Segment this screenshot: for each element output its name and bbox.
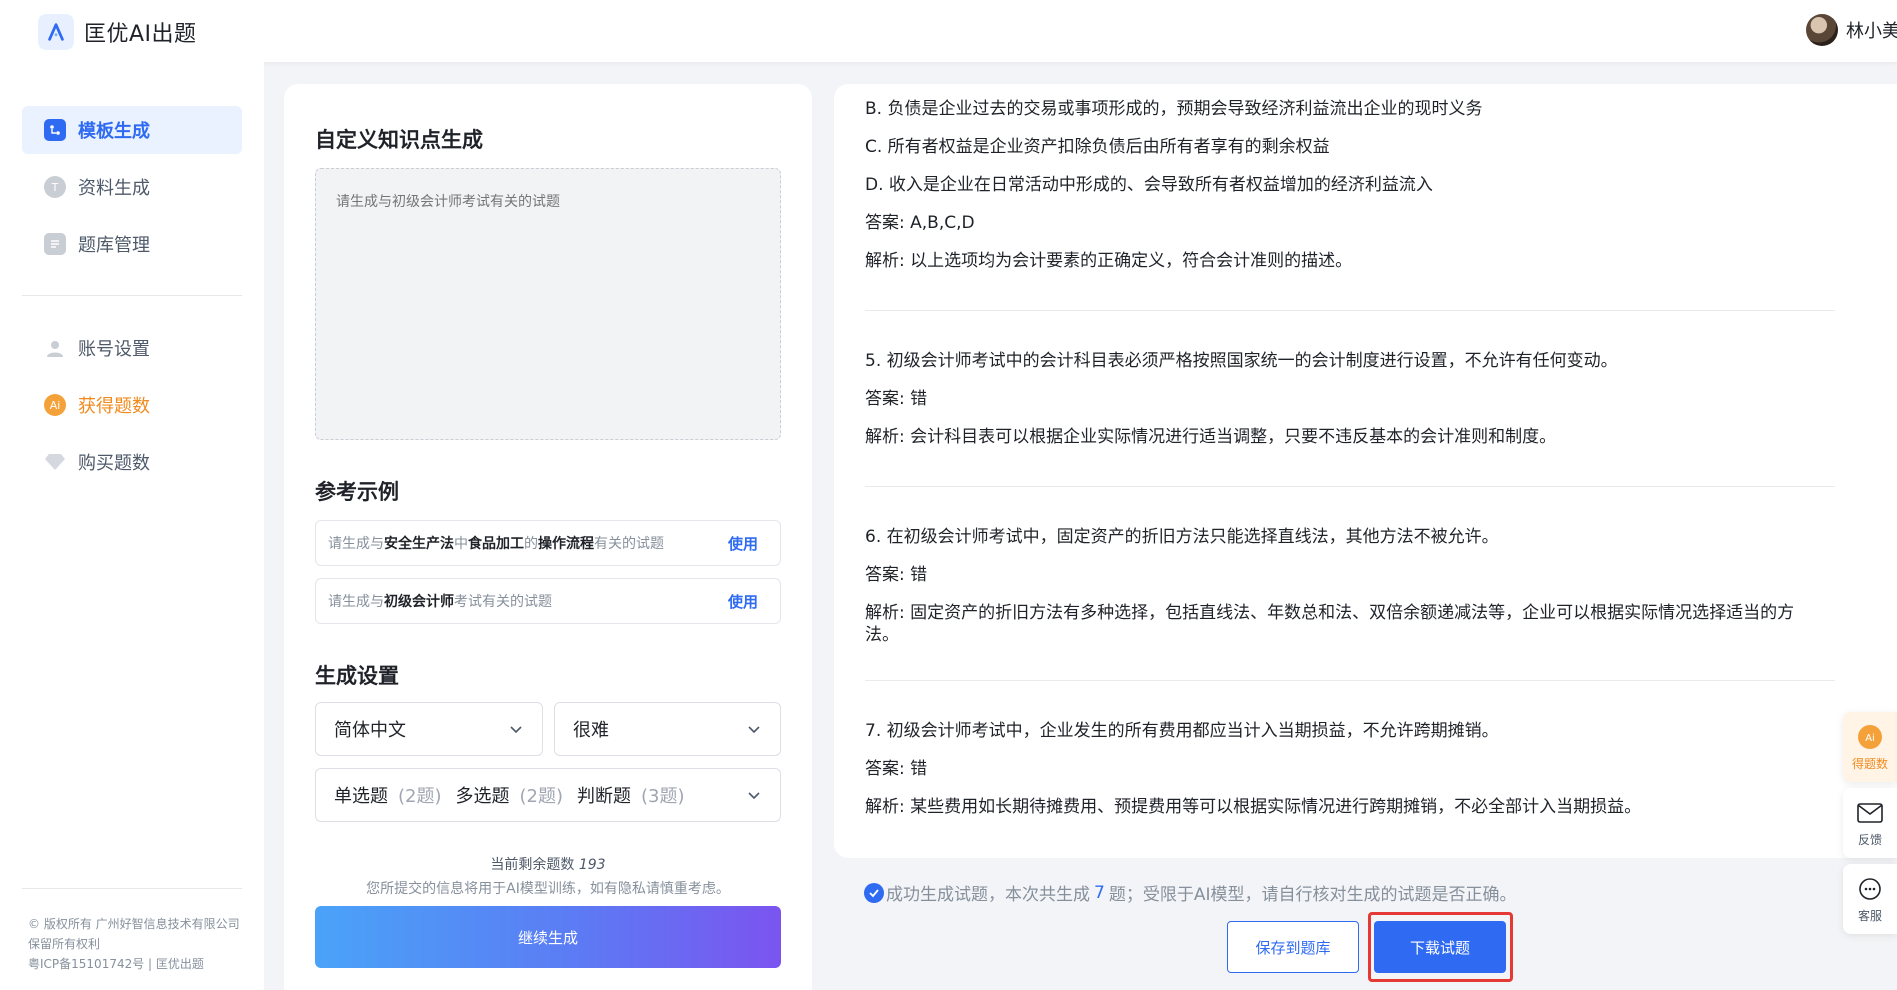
question-divider <box>865 310 1835 311</box>
sidebar-divider <box>22 295 242 296</box>
avatar[interactable] <box>1806 14 1838 46</box>
explanation-text: 解析: 某些费用如长期待摊费用、预提费用等可以根据实际情况进行跨期摊销，不必全部… <box>865 797 1642 817</box>
explanation-text: 解析: 固定资产的折旧方法有多种选择，包括直线法、年数总和法、双倍余额递减法等，… <box>865 603 1795 645</box>
check-circle-icon <box>864 882 884 903</box>
example-item: 请生成与 初级会计师 考试有关的试题 使用 <box>315 578 781 624</box>
sidebar: 模板生成 T 资料生成 题库管理 账号设置 Ai 获得题数 购买题数 © 版权所… <box>0 62 264 990</box>
sidebar-item-label: 获得题数 <box>78 396 150 417</box>
generation-form-panel: 自定义知识点生成 参考示例 请生成与安全生产法中食品加工的操作流程有关的试题 使… <box>284 84 812 990</box>
brand-logo[interactable] <box>38 14 74 50</box>
answer-text: 答案: A,B,C,D <box>865 213 975 233</box>
settings-title: 生成设置 <box>315 664 399 688</box>
prompt-input[interactable] <box>315 168 781 440</box>
use-example-button[interactable]: 使用 <box>728 533 758 554</box>
float-service-button[interactable]: 客服 <box>1843 864 1897 934</box>
question-text: 5. 初级会计师考试中的会计科目表必须严格按照国家统一的会计制度进行设置，不允许… <box>865 351 1618 371</box>
float-points-button[interactable]: Ai 得题数 <box>1843 712 1897 782</box>
sidebar-item-template-generate[interactable]: 模板生成 <box>22 106 242 154</box>
custom-knowledge-title: 自定义知识点生成 <box>315 128 483 152</box>
sidebar-item-material-generate[interactable]: T 资料生成 <box>22 163 242 211</box>
top-header: 匡优AI出题 林小美 <box>0 0 1897 62</box>
icp-link[interactable]: 粤ICP备15101742号 | 匡优出题 <box>28 954 258 974</box>
question-divider <box>865 680 1835 681</box>
option-text: C. 所有者权益是企业资产扣除负债后由所有者享有的剩余权益 <box>865 137 1330 157</box>
explanation-text: 解析: 以上选项均为会计要素的正确定义，符合会计准则的描述。 <box>865 251 1353 271</box>
template-icon <box>44 119 66 141</box>
use-example-button[interactable]: 使用 <box>728 591 758 612</box>
examples-title: 参考示例 <box>315 480 399 504</box>
mail-icon <box>1856 799 1884 827</box>
download-questions-button[interactable]: 下载试题 <box>1374 921 1506 973</box>
svg-text:Ai: Ai <box>1865 733 1875 744</box>
example-item: 请生成与 安全生产法中食品加工的操作流程 有关的试题 使用 <box>315 520 781 566</box>
brand-name: 匡优AI出题 <box>84 22 197 47</box>
difficulty-select[interactable]: 很难 <box>554 702 781 756</box>
sidebar-item-buy-points[interactable]: 购买题数 <box>22 438 242 486</box>
option-text: D. 收入是企业在日常活动中形成的、会导致所有者权益增加的经济利益流入 <box>865 175 1433 195</box>
question-bank-icon <box>44 233 66 255</box>
question-type-select[interactable]: 单选题 (2题) 多选题 (2题) 判断题 (3题) <box>315 768 781 822</box>
answer-text: 答案: 错 <box>865 389 928 409</box>
chat-icon <box>1856 875 1884 903</box>
generation-status: 成功生成试题，本次共生成 7 题；受限于AI模型，请自行核对生成的试题是否正确。 <box>864 880 1516 905</box>
answer-text: 答案: 错 <box>865 565 928 585</box>
sidebar-item-label: 题库管理 <box>78 235 150 256</box>
results-panel: B. 负债是企业过去的交易或事项形成的，预期会导致经济利益流出企业的现时义务 C… <box>834 84 1897 858</box>
question-divider <box>865 486 1835 487</box>
sidebar-item-label: 购买题数 <box>78 453 150 474</box>
user-menu[interactable]: 林小美 <box>1806 14 1897 46</box>
explanation-text: 解析: 会计科目表可以根据企业实际情况进行适当调整，只要不违反基本的会计准则和制… <box>865 427 1557 447</box>
ai-coin-icon: Ai <box>44 394 66 416</box>
language-select[interactable]: 简体中文 <box>315 702 543 756</box>
sidebar-item-question-bank[interactable]: 题库管理 <box>22 220 242 268</box>
question-text: 7. 初级会计师考试中，企业发生的所有费用都应当计入当期损益，不允许跨期摊销。 <box>865 721 1499 741</box>
question-text: 6. 在初级会计师考试中，固定资产的折旧方法只能选择直线法，其他方法不被允许。 <box>865 527 1499 547</box>
ai-coin-icon: Ai <box>1856 723 1884 751</box>
user-icon <box>44 337 66 359</box>
sidebar-item-label: 模板生成 <box>78 121 150 142</box>
privacy-notice: 您所提交的信息将用于AI模型训练，如有隐私请慎重考虑。 <box>366 881 730 897</box>
sidebar-item-get-points[interactable]: Ai 获得题数 <box>22 381 242 429</box>
continue-generate-button[interactable]: 继续生成 <box>315 906 781 968</box>
float-feedback-button[interactable]: 反馈 <box>1843 788 1897 858</box>
document-icon: T <box>44 176 66 198</box>
sidebar-item-label: 资料生成 <box>78 178 150 199</box>
chevron-down-icon <box>748 726 760 734</box>
copyright: © 版权所有 广州好智信息技术有限公司 保留所有权利 粤ICP备15101742… <box>28 914 258 974</box>
user-name: 林小美 <box>1846 21 1897 42</box>
chevron-down-icon <box>510 726 522 734</box>
remaining-count: 当前剩余题数 193 <box>490 857 606 873</box>
chevron-down-icon <box>748 792 760 800</box>
diamond-icon <box>44 451 66 473</box>
sidebar-item-label: 账号设置 <box>78 339 150 360</box>
sidebar-divider <box>22 888 242 889</box>
answer-text: 答案: 错 <box>865 759 928 779</box>
logo-icon <box>48 23 64 41</box>
option-text: B. 负债是企业过去的交易或事项形成的，预期会导致经济利益流出企业的现时义务 <box>865 99 1483 119</box>
sidebar-item-account-settings[interactable]: 账号设置 <box>22 324 242 372</box>
save-to-bank-button[interactable]: 保存到题库 <box>1227 921 1359 973</box>
